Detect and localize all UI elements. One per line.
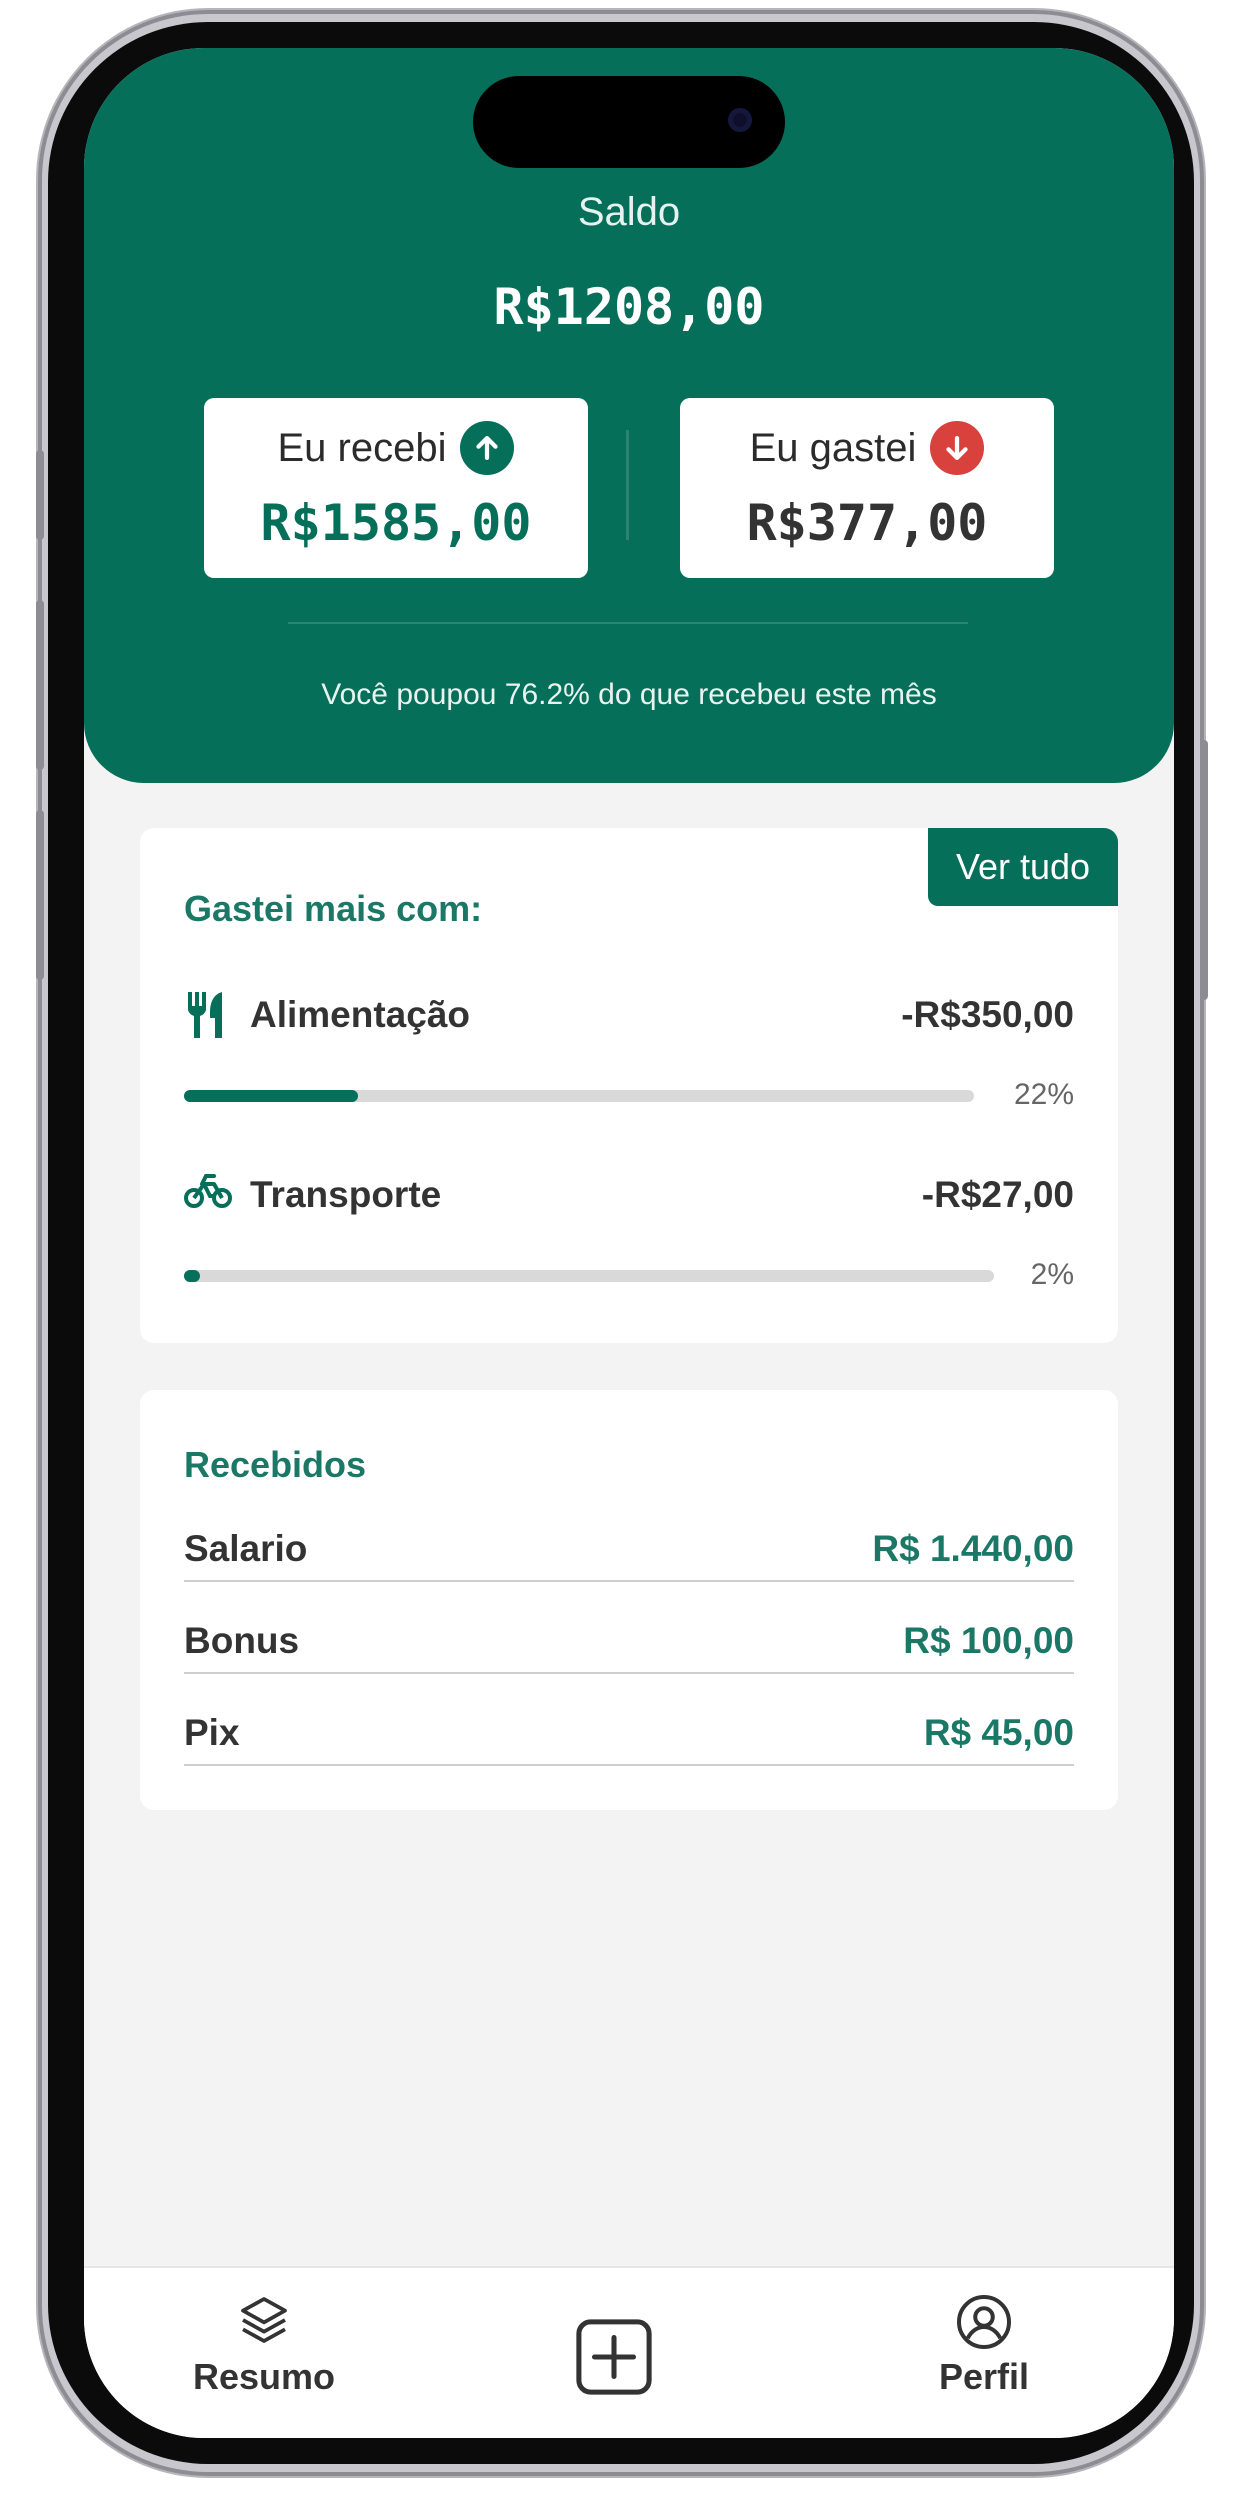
arrow-up-icon	[460, 421, 515, 475]
received-value: R$1585,00	[260, 494, 532, 552]
spending-panel: Ver tudo Gastei mais com: Alimentação -R…	[140, 828, 1118, 1343]
category-name: Transporte	[250, 1174, 442, 1215]
see-all-button[interactable]: Ver tudo	[928, 828, 1118, 906]
received-title: Recebidos	[184, 1444, 367, 1485]
category-progress-bar	[184, 1270, 994, 1282]
category-name: Alimentação	[250, 994, 471, 1035]
received-item-value: R$ 45,00	[923, 1712, 1074, 1753]
received-panel: Recebidos Salario R$ 1.440,00 Bonus R$ 1…	[140, 1390, 1118, 1810]
list-item[interactable]: Bonus R$ 100,00	[184, 1608, 1074, 1674]
received-item-name: Pix	[184, 1712, 240, 1753]
category-progress-fill	[184, 1270, 201, 1282]
power-button	[1200, 740, 1208, 1000]
volume-down-button	[36, 810, 44, 980]
list-item[interactable]: Pix R$ 45,00	[184, 1700, 1074, 1766]
spent-label: Eu gastei	[749, 425, 917, 470]
list-item[interactable]: Salario R$ 1.440,00	[184, 1516, 1074, 1582]
user-circle-icon	[904, 2292, 1064, 2356]
tab-label: Resumo	[192, 2356, 336, 2397]
tab-perfil[interactable]: Perfil	[904, 2292, 1064, 2398]
motorcycle-icon	[184, 1170, 232, 1215]
add-button[interactable]	[574, 2318, 654, 2401]
balance-value: R$1208,00	[493, 278, 765, 336]
tab-bar: Resumo Perfil	[84, 2266, 1174, 2438]
plus-square-icon	[574, 2318, 654, 2401]
category-percent: 2%	[1030, 1258, 1074, 1291]
layers-icon	[164, 2292, 364, 2356]
category-progress-bar	[184, 1090, 974, 1102]
volume-up-button	[36, 600, 44, 770]
utensils-icon	[184, 990, 228, 1045]
spent-value: R$377,00	[746, 494, 988, 552]
spent-summary-card[interactable]: Eu gastei R$377,00	[680, 398, 1054, 578]
category-row[interactable]: Transporte -R$27,00	[184, 1166, 1074, 1226]
header-divider	[288, 622, 968, 624]
category-progress-fill	[184, 1090, 358, 1102]
savings-message: Você poupou 76.2% do que recebeu este mê…	[321, 678, 937, 711]
received-item-name: Salario	[184, 1528, 308, 1569]
camera-icon	[728, 108, 752, 132]
category-percent: 22%	[1013, 1078, 1074, 1111]
received-item-name: Bonus	[184, 1620, 300, 1661]
received-label: Eu recebi	[277, 425, 447, 470]
category-amount: -R$350,00	[901, 994, 1074, 1035]
category-row[interactable]: Alimentação -R$350,00	[184, 986, 1074, 1046]
spending-title: Gastei mais com:	[184, 888, 483, 929]
received-item-value: R$ 100,00	[903, 1620, 1074, 1661]
silent-switch	[36, 450, 44, 540]
received-summary-card[interactable]: Eu recebi R$1585,00	[204, 398, 588, 578]
balance-label: Saldo	[577, 190, 681, 234]
summary-divider	[626, 430, 629, 540]
screen: Saldo R$1208,00 Eu recebi R$1585,00 Eu g…	[84, 48, 1174, 2438]
dynamic-island	[473, 76, 785, 168]
tab-label: Perfil	[938, 2356, 1030, 2397]
arrow-down-icon	[930, 421, 985, 475]
category-amount: -R$27,00	[921, 1174, 1074, 1215]
tab-resumo[interactable]: Resumo	[164, 2292, 364, 2398]
received-item-value: R$ 1.440,00	[872, 1528, 1074, 1569]
